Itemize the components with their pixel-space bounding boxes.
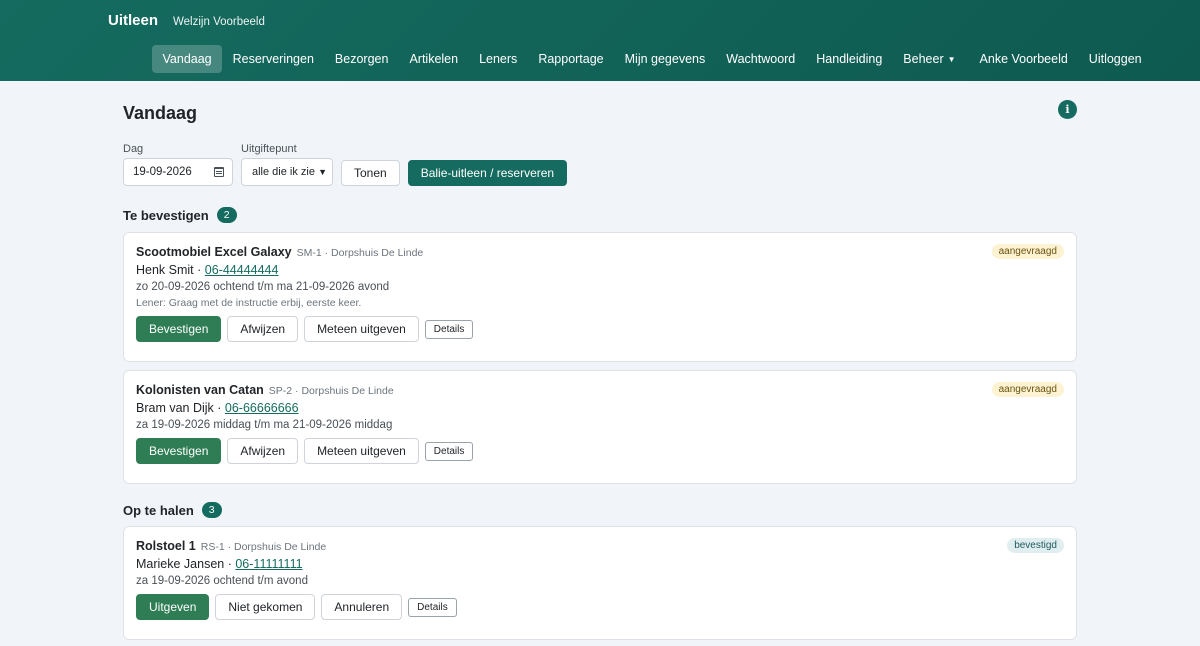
- nav-item-handleiding[interactable]: Handleiding: [806, 45, 893, 73]
- calendar-icon[interactable]: [214, 167, 224, 177]
- nav-item-wachtwoord[interactable]: Wachtwoord: [716, 45, 806, 73]
- item-meta: RS-1 · Dorpshuis De Linde: [200, 541, 327, 553]
- issue-button[interactable]: Uitgeven: [136, 594, 210, 620]
- reservation-card: Kolonisten van Catan SP-2 · Dorpshuis De…: [123, 370, 1077, 484]
- day-value: 19-09-2026: [133, 166, 192, 178]
- chevron-down-icon: ▼: [318, 167, 327, 177]
- borrower: Marieke Jansen · 06-11111111: [136, 557, 303, 571]
- show-button[interactable]: Tonen: [341, 160, 400, 186]
- status-badge: bevestigd: [1007, 538, 1064, 553]
- cancel-button[interactable]: Annuleren: [321, 594, 403, 620]
- nav-item-mijn-gegevens[interactable]: Mijn gegevens: [614, 45, 716, 73]
- point-label: Uitgiftepunt: [241, 143, 297, 155]
- phone-link[interactable]: 06-44444444: [205, 263, 279, 277]
- app-name[interactable]: Uitleen: [108, 12, 158, 29]
- counter-lend-button[interactable]: Balie-uitleen / reserveren: [407, 160, 568, 186]
- day-input[interactable]: 19-09-2026: [123, 158, 233, 186]
- issue-now-button[interactable]: Meteen uitgeven: [304, 316, 419, 342]
- reservation-card: Scootmobiel Excel Galaxy SM-1 · Dorpshui…: [123, 232, 1077, 362]
- count-badge: 3: [201, 502, 222, 518]
- item-meta: SM-1 · Dorpshuis De Linde: [296, 247, 424, 259]
- borrower: Henk Smit · 06-44444444: [136, 263, 279, 277]
- nav-item-vandaag[interactable]: Vandaag: [152, 45, 223, 73]
- reservation-card: Rolstoel 1 RS-1 · Dorpshuis De Linde bev…: [123, 526, 1077, 640]
- nav-logout[interactable]: Uitloggen: [1078, 45, 1152, 73]
- caret-down-icon: ▼: [947, 55, 956, 65]
- section-title: Te bevestigen: [123, 207, 209, 223]
- card-actions: Uitgeven Niet gekomen Annuleren Details: [136, 594, 1064, 620]
- brand[interactable]: Uitleen Welzijn Voorbeeld: [108, 12, 265, 29]
- period: za 19-09-2026 middag t/m ma 21-09-2026 m…: [136, 419, 393, 431]
- day-label: Dag: [123, 143, 144, 155]
- point-value: alle die ik zie: [252, 166, 315, 178]
- item-name: Rolstoel 1: [136, 539, 196, 553]
- point-group: Uitgiftepunt alle die ik zie ▼: [241, 143, 333, 186]
- phone-link[interactable]: 06-11111111: [235, 557, 302, 571]
- point-select[interactable]: alle die ik zie ▼: [241, 158, 333, 186]
- page-title: Vandaag: [123, 103, 198, 123]
- filter-form: Dag 19-09-2026 Uitgiftepunt alle die ik …: [123, 143, 568, 186]
- status-badge: aangevraagd: [991, 382, 1064, 397]
- status-badge: aangevraagd: [991, 244, 1064, 259]
- item-name: Kolonisten van Catan: [136, 383, 264, 397]
- info-icon[interactable]: i: [1058, 100, 1077, 119]
- borrower-name: Bram van Dijk: [136, 401, 214, 415]
- no-show-button[interactable]: Niet gekomen: [215, 594, 316, 620]
- section-op-te-halen: Op te halen 3: [123, 502, 222, 518]
- details-button[interactable]: Details: [408, 597, 457, 617]
- item-meta: SP-2 · Dorpshuis De Linde: [268, 385, 394, 397]
- details-button[interactable]: Details: [424, 319, 474, 339]
- borrower: Bram van Dijk · 06-66666666: [136, 401, 299, 415]
- nav-item-leners[interactable]: Leners: [469, 45, 528, 73]
- borrower-note: Lener: Graag met de instructie erbij, ee…: [136, 297, 362, 309]
- nav-item-beheer[interactable]: Beheer ▼: [893, 45, 966, 73]
- nav-item-artikelen[interactable]: Artikelen: [399, 45, 469, 73]
- count-badge: 2: [216, 207, 237, 223]
- nav-item-beheer-label: Beheer: [903, 52, 944, 66]
- confirm-button[interactable]: Bevestigen: [136, 316, 222, 342]
- section-te-bevestigen: Te bevestigen 2: [123, 207, 237, 223]
- borrower-name: Marieke Jansen: [136, 557, 225, 571]
- card-actions: Bevestigen Afwijzen Meteen uitgeven Deta…: [136, 316, 1064, 342]
- nav-item-reserveringen[interactable]: Reserveringen: [222, 45, 324, 73]
- reject-button[interactable]: Afwijzen: [227, 316, 299, 342]
- issue-now-button[interactable]: Meteen uitgeven: [304, 438, 419, 464]
- item-name: Scootmobiel Excel Galaxy: [136, 245, 292, 259]
- nav-item-rapportage[interactable]: Rapportage: [528, 45, 614, 73]
- confirm-button[interactable]: Bevestigen: [136, 438, 222, 464]
- borrower-name: Henk Smit: [136, 263, 194, 277]
- section-title: Op te halen: [123, 502, 194, 518]
- day-group: Dag 19-09-2026: [123, 143, 233, 186]
- card-actions: Bevestigen Afwijzen Meteen uitgeven Deta…: [136, 438, 1064, 464]
- nav-item-bezorgen[interactable]: Bezorgen: [324, 45, 399, 73]
- nav-user[interactable]: Anke Voorbeeld: [969, 45, 1078, 73]
- organization-name: Welzijn Voorbeeld: [173, 16, 265, 28]
- period: za 19-09-2026 ochtend t/m avond: [136, 575, 308, 587]
- main-nav: Vandaag Reserveringen Bezorgen Artikelen…: [152, 45, 1200, 73]
- period: zo 20-09-2026 ochtend t/m ma 21-09-2026 …: [136, 281, 390, 293]
- top-navbar: Uitleen Welzijn Voorbeeld Vandaag Reserv…: [0, 0, 1200, 81]
- phone-link[interactable]: 06-66666666: [225, 401, 299, 415]
- reject-button[interactable]: Afwijzen: [227, 438, 299, 464]
- details-button[interactable]: Details: [424, 441, 474, 461]
